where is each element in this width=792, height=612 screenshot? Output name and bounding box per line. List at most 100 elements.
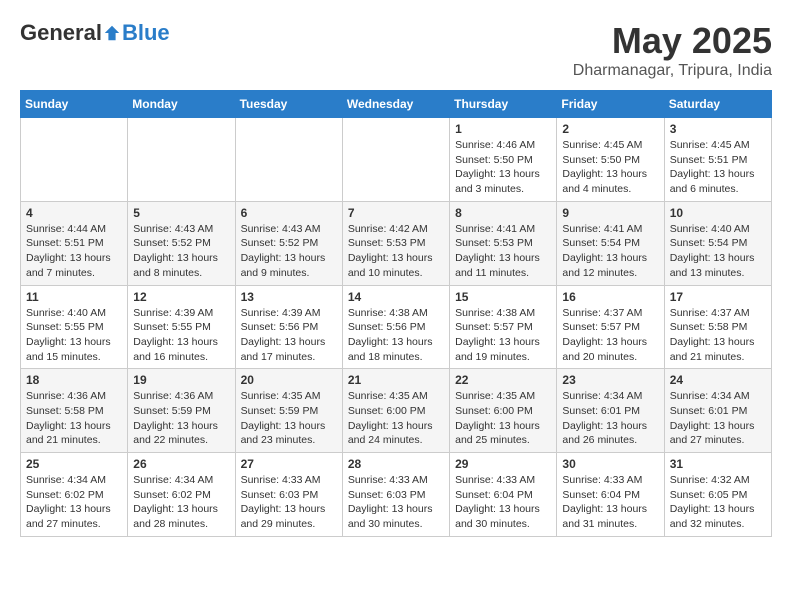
daylight-text: Daylight: 13 hours and 27 minutes. — [26, 502, 122, 531]
sunset-text: Sunset: 5:56 PM — [348, 320, 444, 335]
sunset-text: Sunset: 5:58 PM — [670, 320, 766, 335]
day-number: 22 — [455, 373, 551, 387]
day-info: Sunrise: 4:44 AMSunset: 5:51 PMDaylight:… — [26, 222, 122, 281]
day-info: Sunrise: 4:35 AMSunset: 6:00 PMDaylight:… — [455, 389, 551, 448]
sunset-text: Sunset: 6:03 PM — [348, 488, 444, 503]
day-number: 29 — [455, 457, 551, 471]
sunrise-text: Sunrise: 4:42 AM — [348, 222, 444, 237]
calendar-cell: 3Sunrise: 4:45 AMSunset: 5:51 PMDaylight… — [664, 118, 771, 202]
calendar-cell: 12Sunrise: 4:39 AMSunset: 5:55 PMDayligh… — [128, 285, 235, 369]
daylight-text: Daylight: 13 hours and 4 minutes. — [562, 167, 658, 196]
daylight-text: Daylight: 13 hours and 28 minutes. — [133, 502, 229, 531]
day-info: Sunrise: 4:32 AMSunset: 6:05 PMDaylight:… — [670, 473, 766, 532]
calendar-cell: 15Sunrise: 4:38 AMSunset: 5:57 PMDayligh… — [450, 285, 557, 369]
day-number: 27 — [241, 457, 337, 471]
title-block: May 2025 Dharmanagar, Tripura, India — [573, 20, 772, 80]
day-number: 17 — [670, 290, 766, 304]
calendar-cell: 2Sunrise: 4:45 AMSunset: 5:50 PMDaylight… — [557, 118, 664, 202]
day-number: 12 — [133, 290, 229, 304]
page-header: General Blue May 2025 Dharmanagar, Tripu… — [20, 20, 772, 80]
sunset-text: Sunset: 6:01 PM — [562, 404, 658, 419]
day-info: Sunrise: 4:33 AMSunset: 6:04 PMDaylight:… — [562, 473, 658, 532]
sunset-text: Sunset: 6:01 PM — [670, 404, 766, 419]
sunrise-text: Sunrise: 4:46 AM — [455, 138, 551, 153]
calendar-cell: 19 Sunrise: 4:36 AMSunset: 5:59 PMDayligh… — [128, 369, 235, 453]
calendar-cell: 30Sunrise: 4:33 AMSunset: 6:04 PMDayligh… — [557, 453, 664, 537]
logo: General Blue — [20, 20, 170, 46]
day-number: 24 — [670, 373, 766, 387]
daylight-text: Daylight: 13 hours and 23 minutes. — [241, 419, 337, 448]
day-info: Sunrise: 4:40 AMSunset: 5:55 PMDaylight:… — [26, 306, 122, 365]
calendar-week-row: 11Sunrise: 4:40 AMSunset: 5:55 PMDayligh… — [21, 285, 772, 369]
sunrise-text: Sunrise: 4:44 AM — [26, 222, 122, 237]
calendar-cell: 16Sunrise: 4:37 AMSunset: 5:57 PMDayligh… — [557, 285, 664, 369]
weekday-header-row: SundayMondayTuesdayWednesdayThursdayFrid… — [21, 91, 772, 118]
day-number: 10 — [670, 206, 766, 220]
calendar-cell: 8Sunrise: 4:41 AMSunset: 5:53 PMDaylight… — [450, 201, 557, 285]
day-number: 4 — [26, 206, 122, 220]
day-number: 1 — [455, 122, 551, 136]
sunset-text: Sunset: 5:51 PM — [26, 236, 122, 251]
calendar-table: SundayMondayTuesdayWednesdayThursdayFrid… — [20, 90, 772, 537]
sunrise-text: Sunrise: 4:34 AM — [562, 389, 658, 404]
sunset-text: Sunset: 6:05 PM — [670, 488, 766, 503]
day-number: 18 — [26, 373, 122, 387]
sunset-text: Sunset: 5:52 PM — [133, 236, 229, 251]
sunrise-text: Sunrise: 4:36 AM — [133, 389, 229, 404]
sunrise-text: Sunrise: 4:37 AM — [670, 306, 766, 321]
daylight-text: Daylight: 13 hours and 9 minutes. — [241, 251, 337, 280]
sunrise-text: Sunrise: 4:34 AM — [670, 389, 766, 404]
daylight-text: Daylight: 13 hours and 32 minutes. — [670, 502, 766, 531]
day-info: Sunrise: 4:35 AMSunset: 5:59 PMDaylight:… — [241, 389, 337, 448]
day-number: 26 — [133, 457, 229, 471]
daylight-text: Daylight: 13 hours and 12 minutes. — [562, 251, 658, 280]
calendar-cell: 23 Sunrise: 4:34 AMSunset: 6:01 PMDayligh… — [557, 369, 664, 453]
day-info: Sunrise: 4:36 AMSunset: 5:59 PMDaylight:… — [133, 389, 229, 448]
sunset-text: Sunset: 6:02 PM — [133, 488, 229, 503]
day-number: 16 — [562, 290, 658, 304]
day-number: 7 — [348, 206, 444, 220]
sunset-text: Sunset: 5:54 PM — [670, 236, 766, 251]
sunrise-text: Sunrise: 4:39 AM — [241, 306, 337, 321]
sunrise-text: Sunrise: 4:40 AM — [26, 306, 122, 321]
sunset-text: Sunset: 6:04 PM — [562, 488, 658, 503]
sunrise-text: Sunrise: 4:43 AM — [133, 222, 229, 237]
logo-blue-text: Blue — [122, 20, 170, 46]
day-number: 21 — [348, 373, 444, 387]
daylight-text: Daylight: 13 hours and 26 minutes. — [562, 419, 658, 448]
calendar-cell: 11Sunrise: 4:40 AMSunset: 5:55 PMDayligh… — [21, 285, 128, 369]
logo-general-text: General — [20, 20, 102, 46]
sunset-text: Sunset: 5:57 PM — [562, 320, 658, 335]
calendar-cell: 18Sunrise: 4:36 AMSunset: 5:58 PMDayligh… — [21, 369, 128, 453]
daylight-text: Daylight: 13 hours and 6 minutes. — [670, 167, 766, 196]
sunrise-text: Sunrise: 4:34 AM — [133, 473, 229, 488]
sunrise-text: Sunrise: 4:41 AM — [562, 222, 658, 237]
daylight-text: Daylight: 13 hours and 29 minutes. — [241, 502, 337, 531]
sunrise-text: Sunrise: 4:40 AM — [670, 222, 766, 237]
calendar-cell: 1Sunrise: 4:46 AMSunset: 5:50 PMDaylight… — [450, 118, 557, 202]
logo-icon — [103, 24, 121, 42]
calendar-cell: 22 Sunrise: 4:35 AMSunset: 6:00 PMDayligh… — [450, 369, 557, 453]
calendar-cell: 27 Sunrise: 4:33 AMSunset: 6:03 PMDayligh… — [235, 453, 342, 537]
calendar-cell: 14Sunrise: 4:38 AMSunset: 5:56 PMDayligh… — [342, 285, 449, 369]
day-number: 23 — [562, 373, 658, 387]
sunset-text: Sunset: 5:52 PM — [241, 236, 337, 251]
calendar-cell: 24Sunrise: 4:34 AMSunset: 6:01 PMDayligh… — [664, 369, 771, 453]
daylight-text: Daylight: 13 hours and 3 minutes. — [455, 167, 551, 196]
day-number: 15 — [455, 290, 551, 304]
sunrise-text: Sunrise: 4:45 AM — [670, 138, 766, 153]
calendar-cell — [235, 118, 342, 202]
calendar-cell: 6Sunrise: 4:43 AMSunset: 5:52 PMDaylight… — [235, 201, 342, 285]
day-number: 14 — [348, 290, 444, 304]
day-number: 19 — [133, 373, 229, 387]
calendar-cell: 13Sunrise: 4:39 AMSunset: 5:56 PMDayligh… — [235, 285, 342, 369]
day-info: Sunrise: 4:33 AMSunset: 6:04 PMDaylight:… — [455, 473, 551, 532]
calendar-cell: 7Sunrise: 4:42 AMSunset: 5:53 PMDaylight… — [342, 201, 449, 285]
day-info: Sunrise: 4:33 AMSunset: 6:03 PMDaylight:… — [241, 473, 337, 532]
day-info: Sunrise: 4:40 AMSunset: 5:54 PMDaylight:… — [670, 222, 766, 281]
daylight-text: Daylight: 13 hours and 30 minutes. — [348, 502, 444, 531]
sunset-text: Sunset: 5:54 PM — [562, 236, 658, 251]
sunrise-text: Sunrise: 4:43 AM — [241, 222, 337, 237]
weekday-header-monday: Monday — [128, 91, 235, 118]
day-info: Sunrise: 4:41 AMSunset: 5:53 PMDaylight:… — [455, 222, 551, 281]
